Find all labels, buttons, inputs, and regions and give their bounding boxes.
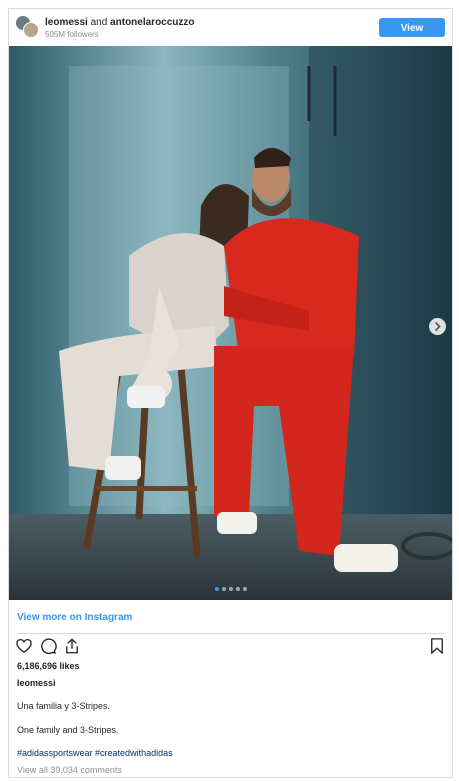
carousel-dot xyxy=(228,587,233,591)
view-more-link[interactable]: View more on Instagram xyxy=(17,612,132,623)
carousel-dot xyxy=(214,587,219,591)
and-label: and xyxy=(90,17,108,28)
hashtags[interactable]: #adidassportswear #createdwithadidas xyxy=(17,748,173,758)
post-photo[interactable] xyxy=(9,46,452,600)
carousel-dot xyxy=(242,587,247,591)
instagram-embed-card: leomessi and antonelaroccuzzo 505M follo… xyxy=(8,8,453,778)
avatar-antonelaroccuzzo xyxy=(23,22,39,38)
caption-username[interactable]: leomessi xyxy=(17,678,56,688)
collaborator-username[interactable]: antonelaroccuzzo xyxy=(110,17,194,28)
username[interactable]: leomessi xyxy=(45,17,88,28)
carousel-dot xyxy=(221,587,226,591)
view-profile-button[interactable]: View profile xyxy=(379,18,445,53)
share-icon[interactable] xyxy=(63,637,81,660)
carousel-indicator xyxy=(9,587,452,591)
bookmark-icon[interactable] xyxy=(428,637,446,660)
heart-icon[interactable] xyxy=(15,637,33,660)
post-header: leomessi and antonelaroccuzzo 505M follo… xyxy=(9,9,452,53)
comment-icon[interactable] xyxy=(39,637,57,660)
carousel-dot xyxy=(235,587,240,591)
action-bar xyxy=(9,637,452,659)
photo-illustration xyxy=(9,46,452,600)
likes-count[interactable]: 6,186,696 likes xyxy=(17,661,80,671)
chevron-right-icon xyxy=(435,322,441,331)
caption-line-spanish: Una familia y 3-Stripes. xyxy=(17,701,111,711)
avatar[interactable] xyxy=(15,15,39,39)
account-names[interactable]: leomessi and antonelaroccuzzo xyxy=(45,17,195,28)
divider xyxy=(17,633,444,634)
view-comments-link[interactable]: View all 39,034 comments xyxy=(17,765,122,775)
carousel-next-button[interactable] xyxy=(429,318,446,335)
followers-count: 505M followers xyxy=(45,30,99,39)
caption-line-english: One family and 3-Stripes. xyxy=(17,725,119,735)
